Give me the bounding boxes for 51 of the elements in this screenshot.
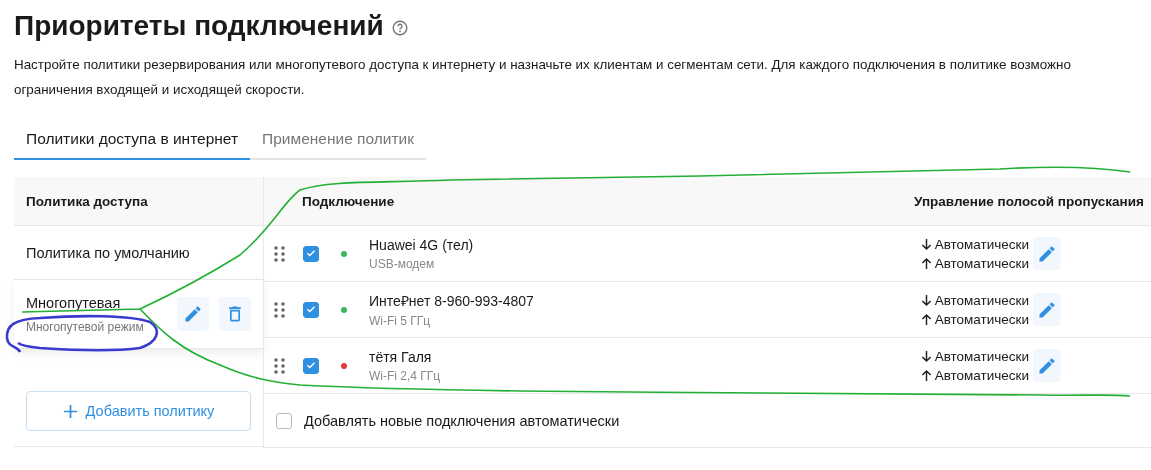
download-arrow-icon: [920, 237, 932, 251]
upload-limit: Автоматически: [934, 367, 1029, 383]
plus-icon: [62, 403, 78, 419]
policy-item[interactable]: Политика по умолчанию: [14, 226, 263, 280]
checkbox[interactable]: [303, 301, 319, 318]
connection-type: Wi-Fi 2,4 ГГц: [369, 368, 442, 383]
policy-name: Многопутевая: [26, 294, 122, 311]
description-line: ограничения входящей и исходящей скорости.: [14, 81, 306, 99]
tab[interactable]: Политики доступа в интернет: [14, 130, 251, 160]
connection-type: Wi-Fi 5 ГГц: [369, 314, 432, 328]
column-header: Политика доступа: [14, 177, 263, 226]
column-header: Подключение: [302, 193, 396, 209]
edit-button[interactable]: [177, 297, 209, 331]
drag-handle-icon[interactable]: [274, 245, 286, 262]
download-limit: Автоматически: [934, 292, 1029, 308]
description-line: Настройте политики резервирования или многопутевого доступа к интернету и назначьте их клиентам и сегментам сети. Для каждого подключения в политике возможно: [14, 56, 1072, 74]
column-header: Управление полосой пропускания: [914, 193, 1145, 209]
drag-handle-icon[interactable]: [274, 301, 286, 318]
download-arrow-icon: [920, 349, 932, 363]
upload-arrow-icon: [920, 312, 932, 326]
upload-limit: Автоматически: [934, 311, 1029, 327]
connection-name: Huawei 4G (тел): [369, 236, 475, 253]
pencil-icon: [1037, 243, 1057, 264]
download-limit: Автоматически: [934, 236, 1029, 252]
upload-arrow-icon: [920, 368, 932, 382]
edit-button[interactable]: [1033, 349, 1061, 382]
connection-name: Инте₽нет 8-960-993-4807: [369, 292, 535, 310]
checkbox[interactable]: [303, 245, 319, 262]
connection-name: тётя Галя: [369, 348, 433, 365]
edit-button[interactable]: [1033, 237, 1061, 270]
connection-type: USB-модем: [369, 256, 436, 271]
checkbox[interactable]: [303, 357, 319, 374]
edit-button[interactable]: [1033, 293, 1061, 326]
download-arrow-icon: [920, 293, 932, 307]
policy-name: Политика по умолчанию: [26, 244, 191, 261]
download-limit: Автоматически: [934, 348, 1029, 364]
checkbox-label: Добавлять новые подключения автоматически: [304, 412, 620, 429]
checkbox[interactable]: [276, 412, 292, 429]
drag-handle-icon[interactable]: [274, 357, 286, 374]
page-title: Приоритеты подключений: [14, 10, 384, 42]
upload-arrow-icon: [920, 256, 932, 270]
pencil-icon: [183, 304, 203, 324]
upload-limit: Автоматически: [934, 255, 1029, 271]
add-policy-button[interactable]: Добавить политику: [26, 391, 251, 431]
policy-item[interactable]: Многопутевая Многопутевой режим: [14, 280, 263, 349]
pencil-icon: [1037, 355, 1057, 376]
delete-button[interactable]: [219, 297, 251, 331]
pencil-icon: [1037, 299, 1057, 320]
tab[interactable]: Применение политик: [250, 130, 426, 160]
help-icon[interactable]: [391, 19, 408, 36]
policy-mode: Многопутевой режим: [26, 319, 145, 334]
